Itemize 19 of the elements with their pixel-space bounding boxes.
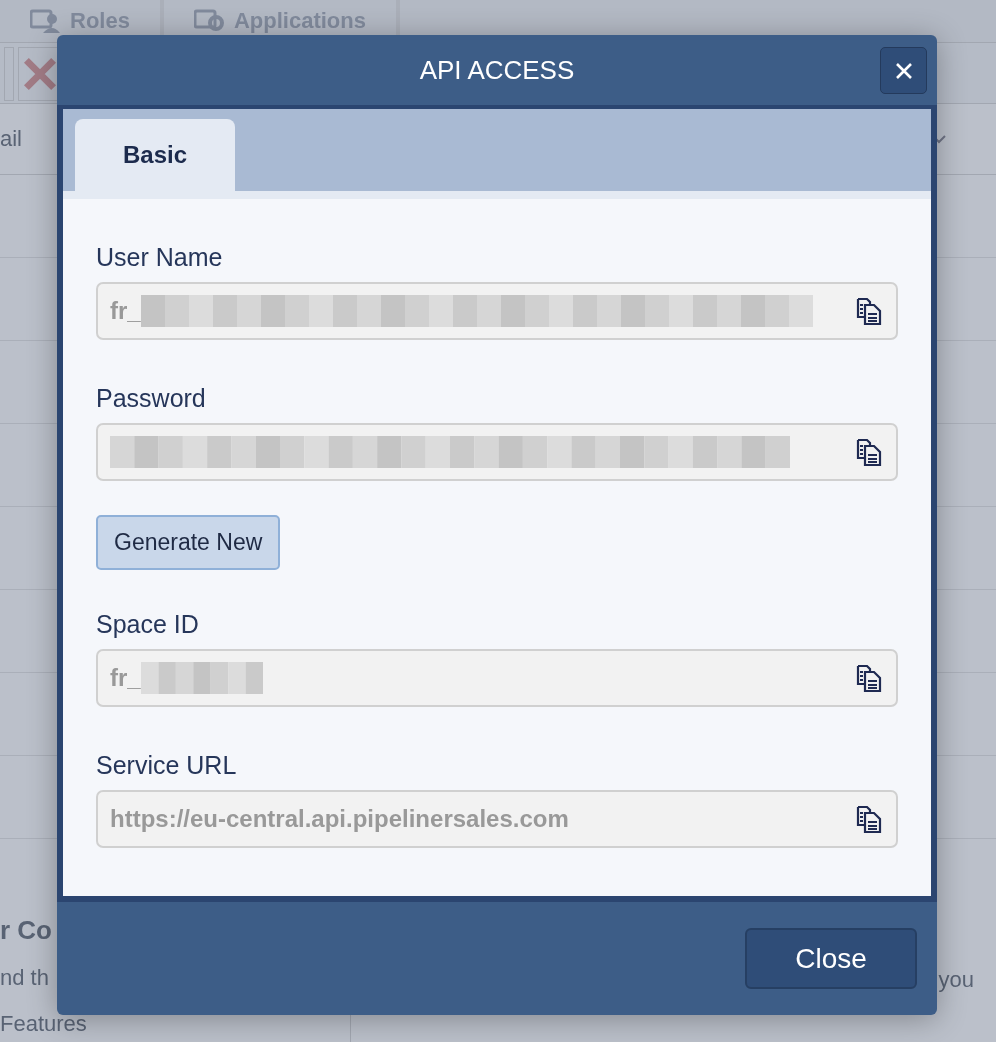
background-text: Features <box>0 1013 88 1035</box>
field-label: Service URL <box>96 751 238 780</box>
input-field[interactable]: fr_ <box>96 649 898 707</box>
field-label: Space ID <box>96 610 200 639</box>
generate-button[interactable]: Generate New <box>96 515 281 570</box>
input-field[interactable]: https://eu-central.api.pipelinersales.com <box>96 790 898 848</box>
field-value: https://eu-central.api.pipelinersales.com <box>110 805 569 833</box>
tab[interactable]: Basic <box>75 119 235 191</box>
close-button[interactable]: Close <box>745 928 917 989</box>
field-label: Password <box>96 384 207 413</box>
column-header: ail <box>0 128 22 150</box>
background-text: r Co <box>0 917 53 943</box>
field-value: fr_ <box>110 297 141 325</box>
background-text: you <box>938 968 974 991</box>
input-field[interactable]: fr_ <box>96 282 898 340</box>
field-label: User Name <box>96 243 224 272</box>
background-text: nd th <box>0 967 50 989</box>
field-value: fr_ <box>110 664 141 692</box>
dialog-title: API ACCESS <box>419 54 575 86</box>
